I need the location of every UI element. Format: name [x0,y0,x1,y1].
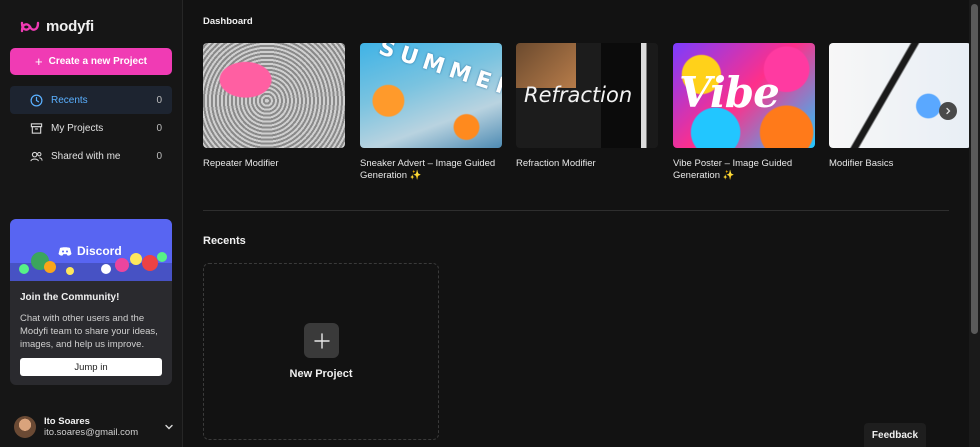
carousel-next-button[interactable] [939,102,957,120]
archive-box-icon [30,122,43,134]
jump-in-button[interactable]: Jump in [20,358,162,376]
template-thumbnail [829,43,969,148]
sidebar-item-recents[interactable]: Recents 0 [10,86,172,114]
clock-icon [30,94,43,106]
new-project-card[interactable]: New Project [203,263,439,440]
plus-icon: + [35,54,43,69]
template-thumbnail: SUMMER [360,43,502,148]
thumbnail-decoration [516,43,576,88]
feedback-button[interactable]: Feedback [864,423,926,447]
sidebar-item-count: 0 [156,150,162,162]
template-label: Sneaker Advert – Image Guided Generation… [360,158,496,181]
chevron-right-icon [946,107,951,115]
create-project-label: Create a new Project [48,56,147,67]
sidebar-item-label: Shared with me [51,150,121,162]
user-email: ito.soares@gmail.com [44,427,139,438]
template-label: Vibe Poster – Image Guided Generation ✨ [673,158,793,181]
community-title: Join the Community! [20,292,120,303]
community-card: Discord Join the Community! Chat with ot… [10,219,172,385]
discord-brand: Discord [58,244,122,258]
sidebar-item-my-projects[interactable]: My Projects 0 [10,114,172,142]
scrollbar[interactable] [969,0,980,447]
new-project-label: New Project [289,368,353,380]
template-card-repeater[interactable]: Repeater Modifier [203,43,345,170]
thumbnail-text: Vibe [679,68,780,117]
avatar [14,416,36,438]
user-name: Ito Soares [44,416,90,427]
sidebar-item-count: 0 [156,94,162,106]
thumbnail-text: Refraction [524,83,633,107]
recents-title: Recents [203,235,246,247]
modyfi-logo-icon [20,21,40,32]
template-label: Refraction Modifier [516,158,596,169]
sidebar-item-label: My Projects [51,122,104,134]
discord-icon [58,246,72,256]
chevron-down-icon[interactable] [164,422,174,432]
template-card-refraction[interactable]: Refraction Refraction Modifier [516,43,658,170]
sidebar-nav: Recents 0 My Projects 0 Shared with me 0 [10,86,172,170]
sidebar-item-label: Recents [51,94,88,106]
template-thumbnail: Vibe [673,43,815,148]
template-thumbnail [203,43,345,148]
plus-icon [304,323,339,358]
user-menu[interactable]: Ito Soares ito.soares@gmail.com [14,414,174,440]
template-label: Modifier Basics [829,158,894,169]
user-info: Ito Soares ito.soares@gmail.com [44,416,164,438]
main-content: Dashboard Repeater Modifier SUMMER Sneak… [183,0,969,447]
template-card-sneaker-advert[interactable]: SUMMER Sneaker Advert – Image Guided Gen… [360,43,502,182]
sidebar: modyfi + Create a new Project Recents 0 … [0,0,183,447]
sidebar-item-count: 0 [156,122,162,134]
sidebar-item-shared-with-me[interactable]: Shared with me 0 [10,142,172,170]
create-project-button[interactable]: + Create a new Project [10,48,172,75]
template-card-vibe-poster[interactable]: Vibe Vibe Poster – Image Guided Generati… [673,43,815,182]
discord-banner: Discord [10,219,172,281]
discord-label: Discord [77,244,122,258]
app-logo[interactable]: modyfi [20,18,94,35]
dashboard-title: Dashboard [203,16,253,27]
community-description: Chat with other users and the Modyfi tea… [20,313,158,350]
scrollbar-thumb[interactable] [971,4,978,334]
thumbnail-text: SUMMER [375,43,502,104]
template-thumbnail: Refraction [516,43,658,148]
template-label: Repeater Modifier [203,158,279,169]
section-divider [203,210,949,211]
app-name: modyfi [46,18,94,35]
template-carousel: Repeater Modifier SUMMER Sneaker Advert … [203,43,969,193]
users-icon [30,151,43,161]
